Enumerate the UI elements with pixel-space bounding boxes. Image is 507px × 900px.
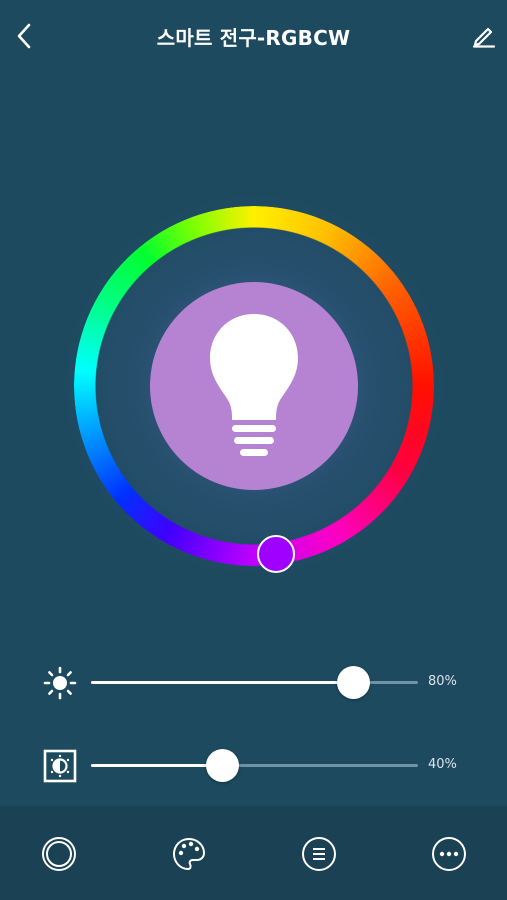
contrast-icon (42, 748, 78, 784)
brightness-track[interactable] (91, 666, 418, 699)
contrast-track[interactable] (91, 749, 418, 782)
pencil-icon (472, 27, 496, 48)
contrast-slider-row: 40% (0, 745, 507, 785)
more-icon (432, 837, 466, 871)
nav-color-mode[interactable] (171, 836, 207, 872)
brightness-fill (91, 681, 353, 684)
nav-scene-mode[interactable] (301, 836, 337, 872)
scene-list-icon (302, 837, 336, 871)
top-bar: 스마트 전구-RGBCW (0, 0, 507, 72)
brightness-value: 80% (428, 674, 457, 689)
color-wheel[interactable] (74, 206, 434, 573)
white-mode-icon (42, 837, 76, 871)
page-title: 스마트 전구-RGBCW (156, 26, 351, 50)
nav-white-mode[interactable] (41, 836, 77, 872)
edit-button[interactable] (469, 20, 499, 50)
brightness-slider-row: 80% (0, 662, 507, 702)
contrast-thumb[interactable] (205, 749, 239, 782)
contrast-fill (91, 764, 222, 767)
contrast-value: 40% (428, 757, 457, 772)
lightbulb-icon (210, 314, 298, 456)
color-picker-knob[interactable] (257, 535, 295, 573)
palette-icon (172, 837, 206, 871)
bottom-nav (0, 806, 507, 900)
brightness-thumb[interactable] (336, 666, 370, 699)
sun-icon (42, 665, 78, 701)
nav-more[interactable] (431, 836, 467, 872)
